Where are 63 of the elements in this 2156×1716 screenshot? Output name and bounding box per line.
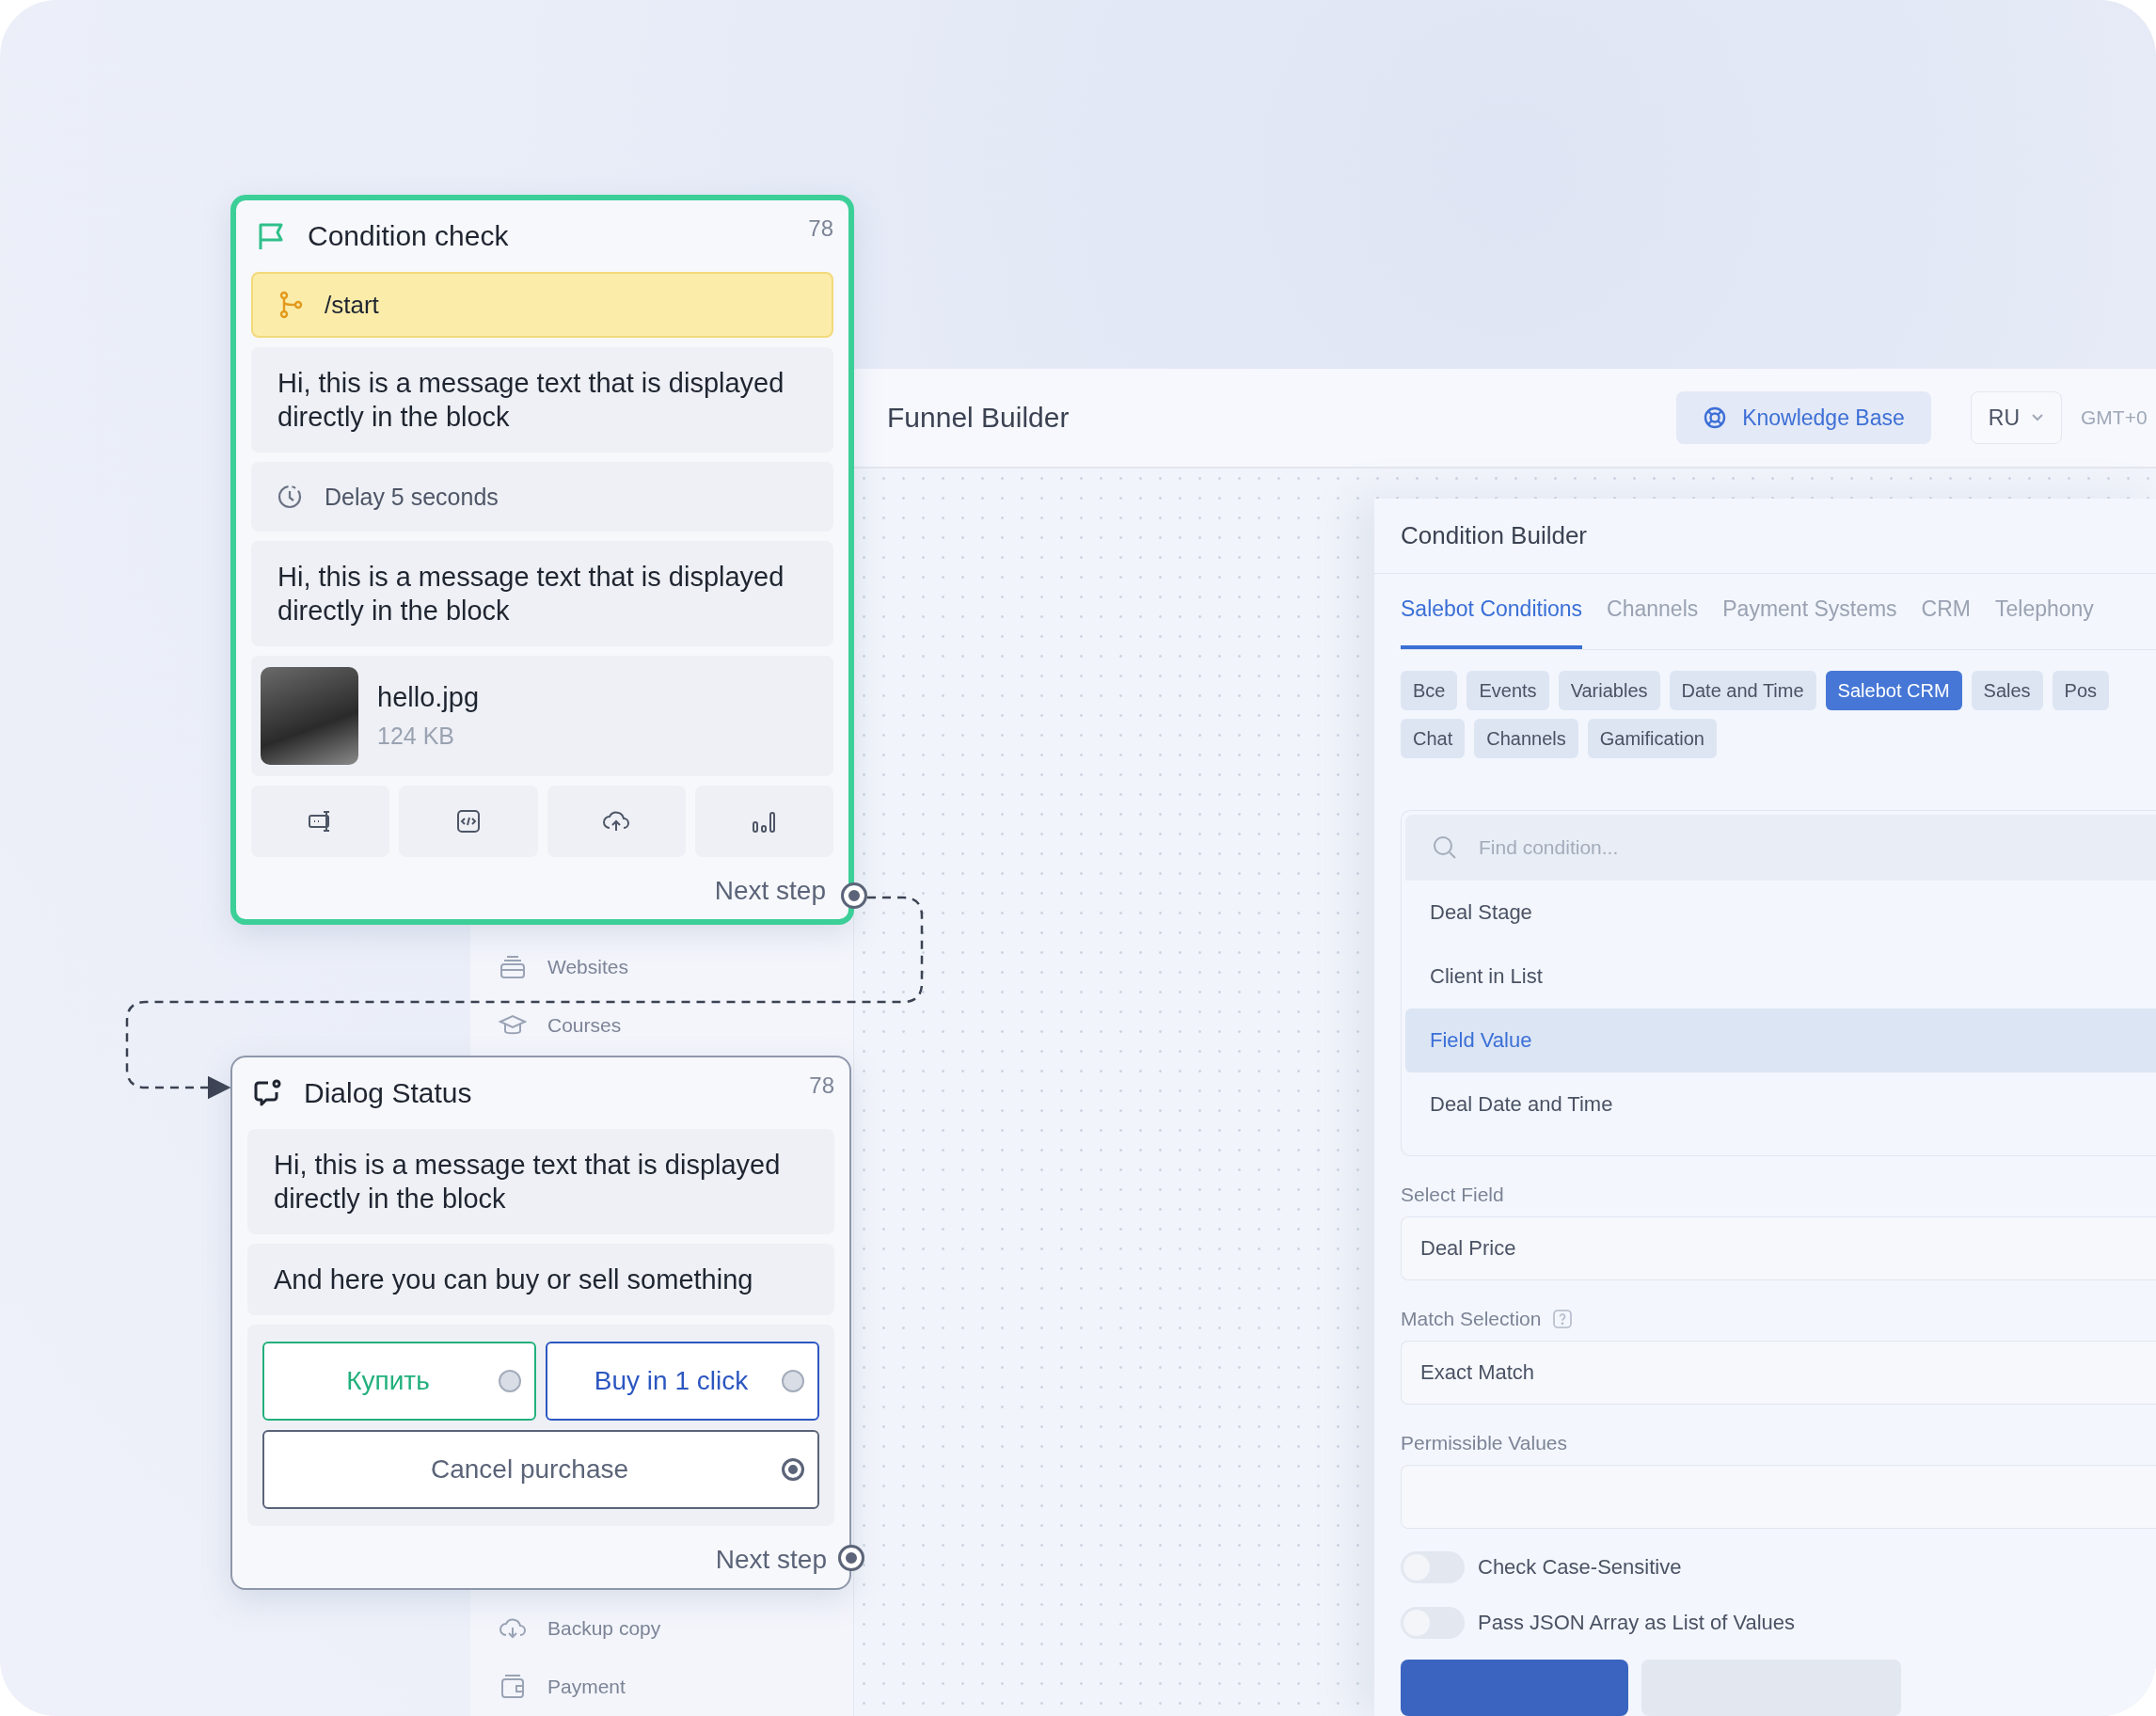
toggle-label: Pass JSON Array as List of Values (1478, 1611, 1796, 1636)
port-icon[interactable] (782, 1458, 804, 1481)
trigger-command: /start (325, 290, 379, 320)
field-label: Permissible Values (1401, 1432, 1567, 1455)
flow-node-card[interactable]: Dialog Status 78 Hi, this is a message text that is displayed directly in the block And here you can buy or sell something Купить Buy in 1 click Cancel purchase Next step (230, 1056, 851, 1590)
message-text: Hi, this is a message text that is displayed directly in the block (251, 541, 833, 646)
category-chip[interactable]: Channels (1474, 719, 1578, 759)
delay-text: Delay 5 seconds (325, 483, 499, 511)
reply-button[interactable]: Buy in 1 click (546, 1342, 819, 1421)
sidebar-item[interactable]: Courses (499, 1006, 853, 1045)
toolbar-button[interactable] (547, 786, 686, 857)
toolbar-button[interactable] (399, 786, 538, 857)
message-text: Hi, this is a message text that is displayed directly in the block (251, 347, 833, 453)
language-dropdown[interactable]: RU (1970, 391, 2062, 444)
sidebar-item[interactable]: Payment (499, 1667, 853, 1707)
node-count: 78 (809, 1072, 834, 1099)
primary-button[interactable] (1401, 1660, 1628, 1716)
category-chip[interactable]: Variables (1558, 671, 1660, 711)
category-chip[interactable]: Date and Time (1669, 671, 1816, 711)
timezone-label: GMT+0 (2081, 406, 2148, 429)
next-step-label: Next step (715, 1545, 827, 1575)
flow-node-card[interactable] (230, 195, 854, 925)
input-field[interactable]: Exact Match (1401, 1341, 2156, 1406)
reply-button[interactable]: Cancel purchase (262, 1430, 819, 1509)
node-title: Dialog Status (304, 1077, 472, 1109)
help-icon[interactable] (1552, 1309, 1574, 1330)
next-step-label: Next step (714, 876, 826, 906)
field-label: Select Field (1401, 1184, 1504, 1207)
toolbar-button[interactable] (251, 786, 390, 857)
wallet-icon (499, 1673, 527, 1701)
tab[interactable]: Salebot Conditions (1401, 573, 1583, 650)
category-chip[interactable]: Pos (2052, 671, 2110, 711)
category-chip[interactable]: Gamification (1587, 719, 1717, 759)
condition-item[interactable]: Deal Stage (1405, 881, 2156, 945)
condition-item[interactable]: Client in List (1405, 945, 2156, 1009)
toolbar-button[interactable] (694, 786, 833, 857)
node-title: Condition check (308, 220, 509, 252)
chevron-down-icon (2031, 413, 2044, 422)
file-size: 124 KB (377, 723, 455, 750)
node-count: 78 (808, 215, 833, 242)
toggle-label: Check Case-Sensitive (1478, 1554, 1682, 1580)
category-chip[interactable]: Все (1401, 671, 1458, 711)
page-title: Funnel Builder (887, 402, 1070, 434)
branch-icon (277, 291, 304, 319)
condition-item[interactable]: Field Value (1405, 1009, 2156, 1073)
category-chip[interactable]: Events (1466, 671, 1549, 711)
message-text: Hi, this is a message text that is displayed directly in the block (247, 1129, 834, 1234)
field-label: Match Selection (1401, 1308, 1542, 1331)
message-text: And here you can buy or sell something (247, 1244, 834, 1315)
category-chip[interactable]: Sales (1971, 671, 2043, 711)
category-chip[interactable]: Chat (1401, 719, 1466, 759)
category-chip[interactable]: Salebot CRM (1825, 671, 1962, 711)
clock-icon (276, 483, 304, 511)
input-field[interactable]: Deal Price (1401, 1216, 2156, 1281)
file-name: hello.jpg (377, 682, 480, 713)
condition-item[interactable]: Deal Date and Time (1405, 1072, 2156, 1137)
stack-icon (499, 953, 527, 981)
lifebuoy-icon (1703, 405, 1728, 430)
search-field[interactable]: Find condition... (1405, 815, 2156, 882)
sidebar-item[interactable]: Websites (499, 947, 853, 987)
panel-title: Condition Builder (1401, 520, 1587, 550)
knowledge-base-button[interactable]: Knowledge Base (1676, 391, 1931, 444)
sidebar-item[interactable]: Backup copy (499, 1609, 853, 1648)
